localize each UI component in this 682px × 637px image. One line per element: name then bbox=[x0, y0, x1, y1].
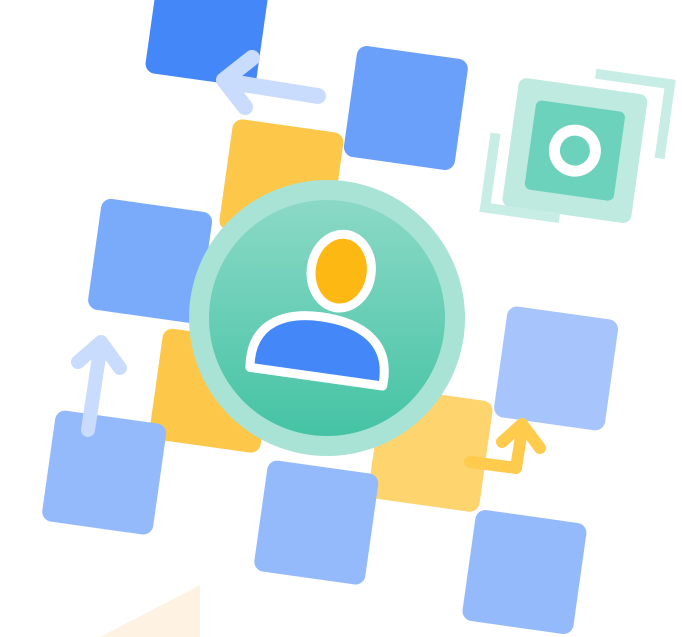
illustration-canvas bbox=[0, 0, 682, 637]
tile-bottom-left bbox=[42, 410, 167, 535]
tile-top-left bbox=[145, 0, 270, 87]
user-avatar bbox=[189, 180, 465, 456]
tile-right bbox=[494, 306, 619, 431]
arrow-left-icon bbox=[216, 50, 326, 115]
tile-top-right bbox=[343, 46, 468, 170]
illustration-svg bbox=[42, 0, 676, 637]
tile-bottom-mid bbox=[254, 460, 379, 585]
tile-bottom-right bbox=[462, 510, 587, 634]
camera-focus-icon bbox=[479, 68, 676, 224]
decor-triangle bbox=[100, 585, 200, 637]
